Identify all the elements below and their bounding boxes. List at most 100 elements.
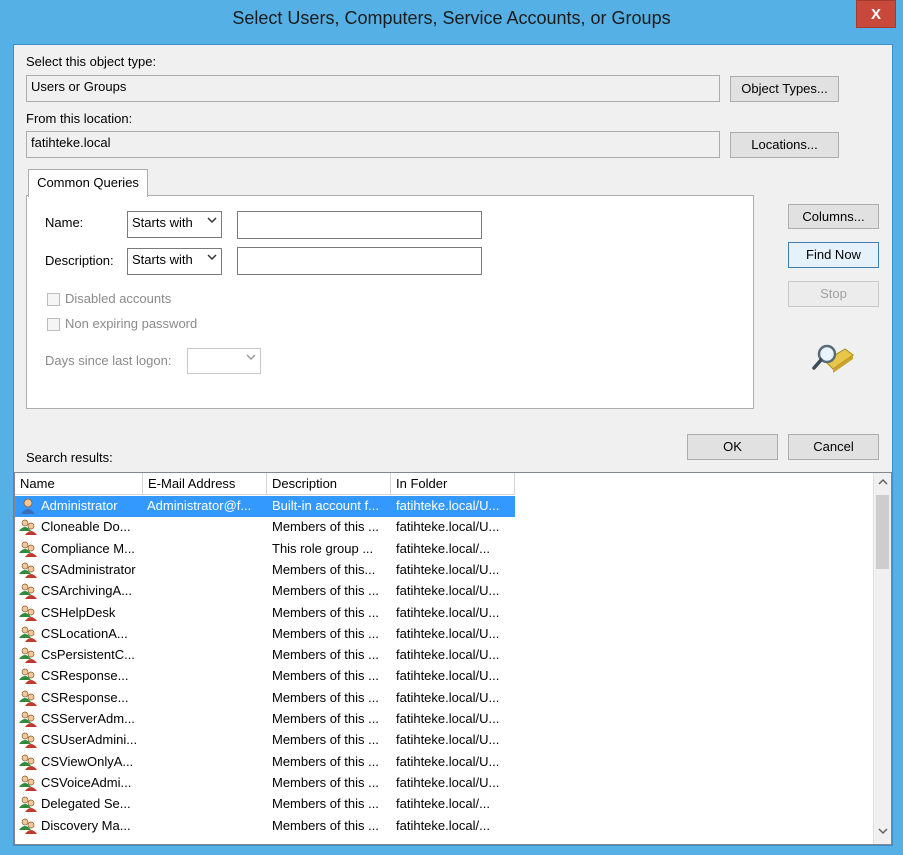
- row-description-cell: Members of this ...: [272, 732, 379, 748]
- vertical-scrollbar[interactable]: [873, 473, 891, 844]
- row-description-cell: Members of this ...: [272, 625, 379, 641]
- row-name-cell: CSLocationA...: [41, 625, 128, 641]
- row-folder-cell: fatihteke.local/U...: [396, 604, 500, 620]
- row-description-cell: Members of this ...: [272, 796, 379, 812]
- table-row[interactable]: Discovery Ma... Members of this ... fatiht…: [15, 816, 515, 837]
- row-folder-cell: fatihteke.local/U...: [396, 753, 500, 769]
- table-row[interactable]: CSAdministrator Members of this... fatihte…: [15, 560, 515, 581]
- close-button[interactable]: X: [856, 0, 896, 28]
- row-name-cell: Delegated Se...: [41, 796, 131, 812]
- table-row[interactable]: CsPersistentC... Members of this ... fatih…: [15, 645, 515, 666]
- group-icon: [19, 519, 37, 536]
- group-icon: [19, 818, 37, 834]
- search-magnifier-icon: [811, 341, 855, 375]
- row-folder-cell: fatihteke.local/U...: [396, 583, 500, 599]
- search-results-label: Search results:: [26, 450, 113, 465]
- group-icon: [19, 754, 37, 770]
- group-icon: [19, 732, 37, 749]
- table-row[interactable]: CSArchivingA... Members of this ... fatiht…: [15, 581, 515, 602]
- name-mode-select[interactable]: Starts with: [127, 211, 222, 238]
- description-input[interactable]: [237, 247, 482, 275]
- locations-button[interactable]: Locations...: [730, 132, 839, 158]
- row-name-cell: CSAdministrator: [41, 561, 136, 577]
- window-title: Select Users, Computers, Service Account…: [232, 8, 671, 28]
- row-folder-cell: fatihteke.local/...: [396, 817, 490, 833]
- group-icon: [19, 796, 37, 813]
- row-description-cell: This role group ...: [272, 540, 374, 556]
- group-icon: [19, 647, 37, 664]
- scroll-up-icon[interactable]: [874, 475, 891, 493]
- chevron-down-icon: [246, 352, 256, 365]
- scroll-down-icon[interactable]: [874, 824, 891, 842]
- column-header-name[interactable]: Name: [15, 473, 143, 495]
- dialog-client-area: Select this object type: Users or Groups…: [13, 44, 893, 846]
- table-row[interactable]: Administrator Administrator@f... Built-in …: [15, 496, 515, 517]
- row-name-cell: CSHelpDesk: [41, 604, 116, 620]
- table-row[interactable]: CSUserAdmini... Members of this ... fatiht…: [15, 730, 515, 751]
- cancel-button[interactable]: Cancel: [788, 434, 879, 460]
- row-name-cell: CSArchivingA...: [41, 583, 133, 599]
- row-folder-cell: fatihteke.local/U...: [396, 774, 500, 790]
- description-mode-value: Starts with: [132, 252, 193, 267]
- table-row[interactable]: Compliance M... This role group ... fatiht…: [15, 539, 515, 560]
- dialog-window: Select Users, Computers, Service Account…: [0, 0, 903, 855]
- row-folder-cell: fatihteke.local/U...: [396, 647, 500, 663]
- row-folder-cell: fatihteke.local/U...: [396, 689, 500, 705]
- table-row[interactable]: CSResponse... Members of this ... fatihtek…: [15, 688, 515, 709]
- search-results-list[interactable]: Name E-Mail Address Description In Folde…: [14, 472, 892, 845]
- row-name-cell: CSVoiceAdmi...: [41, 774, 132, 790]
- columns-button[interactable]: Columns...: [788, 204, 879, 229]
- common-queries-panel: Name: Starts with Description: Starts wi…: [26, 195, 754, 409]
- group-icon: [19, 711, 37, 727]
- group-icon: [19, 690, 37, 706]
- non-expiring-label: Non expiring password: [65, 316, 198, 331]
- row-name-cell: Compliance M...: [41, 540, 135, 556]
- table-row[interactable]: Delegated Se... Members of this ... fatiht…: [15, 794, 515, 815]
- table-row[interactable]: CSHelpDesk Members of this ... fatihteke.l…: [15, 603, 515, 624]
- name-label: Name:: [45, 215, 84, 230]
- column-header-email[interactable]: E-Mail Address: [143, 473, 267, 495]
- row-description-cell: Members of this ...: [272, 774, 379, 790]
- table-row[interactable]: CSLocationA... Members of this ... fatihte…: [15, 624, 515, 645]
- days-since-logon-select[interactable]: [187, 348, 261, 374]
- row-description-cell: Members of this ...: [272, 753, 379, 769]
- row-email-cell: Administrator@f...: [147, 498, 252, 513]
- row-name-cell: CSResponse...: [41, 668, 129, 684]
- row-folder-cell: fatihteke.local/...: [396, 796, 490, 812]
- table-row[interactable]: CSViewOnlyA... Members of this ... fatihte…: [15, 752, 515, 773]
- column-header-folder[interactable]: In Folder: [391, 473, 515, 495]
- scrollbar-thumb[interactable]: [876, 495, 889, 569]
- title-bar[interactable]: Select Users, Computers, Service Account…: [0, 0, 903, 38]
- group-icon: [19, 562, 37, 578]
- chevron-down-icon: [207, 215, 217, 228]
- find-now-button[interactable]: Find Now: [788, 242, 879, 268]
- table-row[interactable]: CSVoiceAdmi... Members of this ... fatihte…: [15, 773, 515, 794]
- stop-button[interactable]: Stop: [788, 281, 879, 307]
- row-description-cell: Members of this ...: [272, 711, 379, 726]
- group-icon: [19, 668, 37, 685]
- name-input[interactable]: [237, 211, 482, 239]
- table-row[interactable]: CSServerAdm... Members of this ... fatihte…: [15, 709, 515, 730]
- non-expiring-checkbox[interactable]: [47, 318, 60, 331]
- location-field: fatihteke.local: [26, 131, 720, 158]
- column-header-description[interactable]: Description: [267, 473, 391, 495]
- row-folder-cell: fatihteke.local/U...: [396, 561, 500, 577]
- user-icon: [19, 498, 37, 514]
- table-row[interactable]: Cloneable Do... Members of this ... fatiht…: [15, 517, 515, 538]
- row-folder-cell: fatihteke.local/U...: [396, 732, 500, 748]
- row-folder-cell: fatihteke.local/U...: [396, 625, 500, 641]
- ok-button[interactable]: OK: [687, 434, 778, 460]
- object-type-field: Users or Groups: [26, 75, 720, 102]
- tab-common-queries[interactable]: Common Queries: [28, 169, 148, 197]
- days-since-logon-label: Days since last logon:: [45, 353, 172, 368]
- table-row[interactable]: CSResponse... Members of this ... fatihtek…: [15, 666, 515, 687]
- name-mode-value: Starts with: [132, 215, 193, 230]
- group-icon: [19, 583, 37, 600]
- disabled-accounts-checkbox[interactable]: [47, 293, 60, 306]
- row-name-cell: Cloneable Do...: [41, 519, 131, 535]
- row-description-cell: Members of this...: [272, 561, 376, 577]
- object-types-button[interactable]: Object Types...: [730, 76, 839, 102]
- row-folder-cell: fatihteke.local/U...: [396, 498, 500, 513]
- description-mode-select[interactable]: Starts with: [127, 248, 222, 275]
- row-description-cell: Members of this ...: [272, 647, 379, 663]
